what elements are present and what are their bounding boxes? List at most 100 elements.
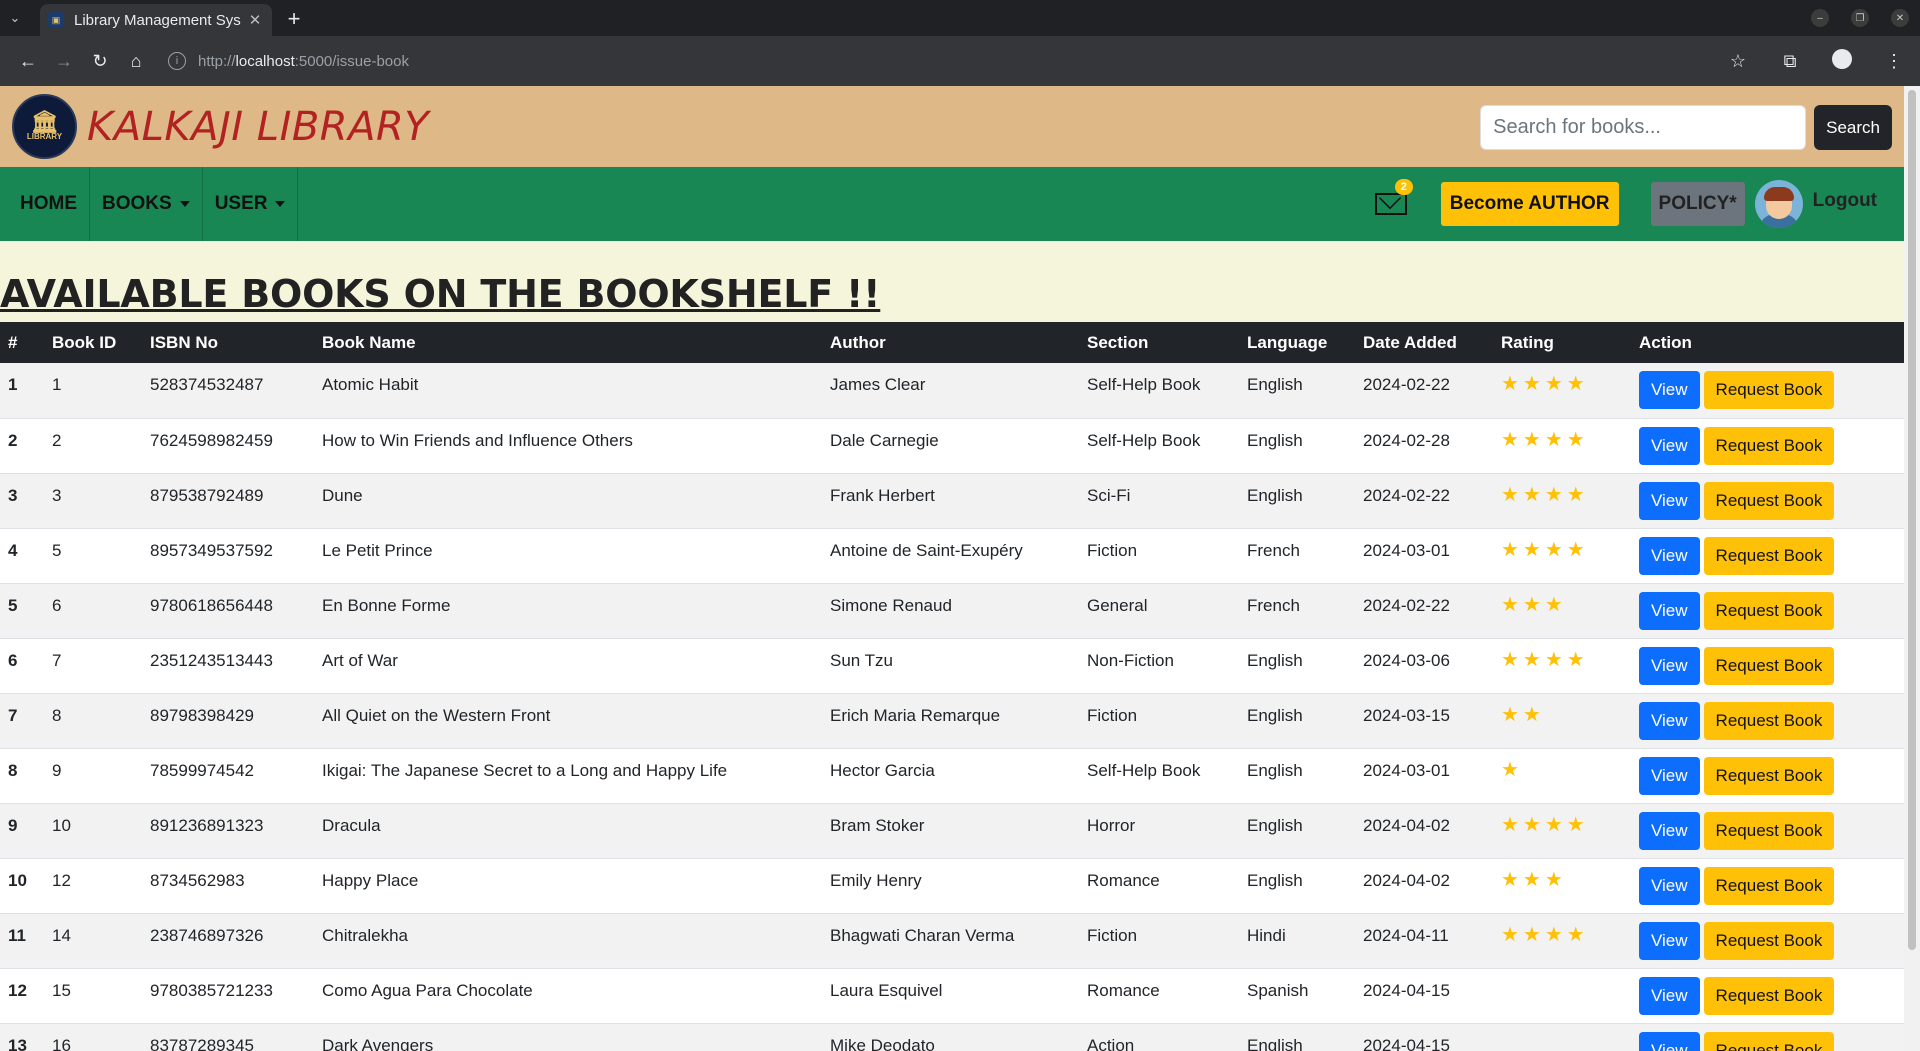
rating-cell: ★★★★ [1493,913,1631,968]
book-id-cell: 8 [52,705,62,725]
tab-search-chevron-icon[interactable]: ⌄ [0,0,30,36]
minimize-icon[interactable]: – [1811,9,1829,27]
scrollbar-thumb[interactable] [1908,90,1916,950]
search-button[interactable]: Search [1814,105,1892,150]
section-cell: Fiction [1087,925,1138,945]
browser-toolbar: ← → ↻ ⌂ i http://localhost:5000/issue-bo… [0,36,1920,86]
section-cell: Non-Fiction [1087,650,1174,670]
policy-button[interactable]: POLICY* [1650,182,1745,226]
request-book-button[interactable]: Request Book [1703,701,1835,740]
view-button[interactable]: View [1639,371,1700,409]
book-name-cell: En Bonne Forme [322,595,451,615]
view-button[interactable]: View [1639,591,1700,630]
book-name-cell: Dune [322,485,363,505]
request-book-button[interactable]: Request Book [1703,481,1835,520]
request-book-button[interactable]: Request Book [1703,866,1835,905]
language-cell: English [1247,760,1303,780]
column-header: Action [1639,332,1692,352]
view-button[interactable]: View [1639,481,1700,520]
view-button[interactable]: View [1639,1031,1700,1051]
browser-tab[interactable]: ▣ Library Management Sys ✕ [40,4,272,36]
view-button[interactable]: View [1639,866,1700,905]
isbn-cell: 7624598982459 [150,430,273,450]
restore-icon[interactable]: ❐ [1851,9,1869,27]
home-icon[interactable]: ⌂ [118,51,154,72]
bookmark-star-icon[interactable]: ☆ [1712,51,1764,72]
request-book-button[interactable]: Request Book [1703,921,1835,960]
close-tab-icon[interactable]: ✕ [246,11,264,29]
request-book-button[interactable]: Request Book [1703,756,1835,795]
back-icon[interactable]: ← [10,51,46,72]
language-cell: English [1247,485,1303,505]
page-scrollbar[interactable] [1904,86,1920,1051]
nav-books-dropdown[interactable]: BOOKS [90,167,203,241]
book-id-cell: 5 [52,540,62,560]
column-header: Language [1247,332,1328,352]
profile-icon[interactable] [1816,48,1868,74]
extensions-icon[interactable]: ⧉ [1764,51,1816,72]
view-button[interactable]: View [1639,976,1700,1015]
row-index-cell: 3 [8,485,18,505]
request-book-button[interactable]: Request Book [1703,536,1835,575]
url-bar[interactable]: i http://localhost:5000/issue-book [156,42,1756,80]
author-cell: Emily Henry [830,870,922,890]
library-logo[interactable]: 🏛 LIBRARY [12,94,77,159]
request-book-button[interactable]: Request Book [1703,426,1835,465]
nav-books-label: BOOKS [102,193,172,214]
isbn-cell: 8734562983 [150,870,245,890]
view-button[interactable]: View [1639,811,1700,850]
request-book-button[interactable]: Request Book [1703,646,1835,685]
browser-tabbar: ⌄ ▣ Library Management Sys ✕ + – ❐ ✕ [0,0,1920,36]
reload-icon[interactable]: ↻ [82,51,118,72]
request-book-button[interactable]: Request Book [1703,591,1835,630]
action-cell: View Request Book [1631,1023,1904,1051]
date-added-cell: 2024-02-28 [1363,430,1450,450]
site-info-icon[interactable]: i [168,52,186,70]
new-tab-icon[interactable]: + [282,6,306,32]
row-index-cell: 5 [8,595,18,615]
browser-menu-icon[interactable]: ⋮ [1868,51,1920,72]
nav-home[interactable]: HOME [8,167,90,241]
view-button[interactable]: View [1639,646,1700,685]
isbn-cell: 238746897326 [150,925,264,945]
request-book-button[interactable]: Request Book [1703,1031,1835,1051]
book-name-cell: Art of War [322,650,398,670]
table-row: 3 3 879538792489 Dune Frank Herbert Sci-Fi Eng… [0,473,1904,528]
view-button[interactable]: View [1639,701,1700,740]
isbn-cell: 9780385721233 [150,980,273,1000]
request-book-button[interactable]: Request Book [1703,976,1835,1015]
request-book-button[interactable]: Request Book [1703,811,1835,850]
author-cell: Dale Carnegie [830,430,939,450]
forward-icon[interactable]: → [46,51,82,72]
rating-stars-icon: ★★★★ [1501,538,1589,561]
language-cell: English [1247,705,1303,725]
avatar[interactable] [1754,180,1803,228]
language-cell: English [1247,1035,1303,1051]
view-button[interactable]: View [1639,921,1700,960]
row-index-cell: 2 [8,430,18,450]
view-button[interactable]: View [1639,756,1700,795]
table-row: 13 16 83787289345 Dark Avengers Mike Deodato… [0,1023,1904,1051]
rating-stars-icon: ★★★★ [1501,428,1589,451]
book-name-cell: Atomic Habit [322,375,419,394]
action-cell: View Request Book [1631,528,1904,583]
nav-user-dropdown[interactable]: USER [203,167,299,241]
book-name-cell: Dark Avengers [322,1035,434,1051]
book-name-cell: How to Win Friends and Influence Others [322,430,633,450]
messages-button[interactable]: 2 [1374,179,1415,215]
language-cell: English [1247,650,1303,670]
row-index-cell: 9 [8,815,18,835]
search-input[interactable] [1480,105,1807,150]
view-button[interactable]: View [1639,536,1700,575]
logout-link[interactable]: Logout [1813,190,1877,212]
view-button[interactable]: View [1639,426,1700,465]
table-row: 1 1 528374532487 Atomic Habit James Clear Sel… [0,363,1904,418]
row-index-cell: 13 [8,1035,27,1051]
column-header: Book ID [52,332,117,352]
become-author-button[interactable]: Become AUTHOR [1440,182,1619,226]
rating-stars-icon: ★ [1501,758,1523,781]
request-book-button[interactable]: Request Book [1703,371,1835,409]
author-cell: Bram Stoker [830,815,925,835]
isbn-cell: 83787289345 [150,1035,255,1051]
window-close-icon[interactable]: ✕ [1891,9,1909,27]
